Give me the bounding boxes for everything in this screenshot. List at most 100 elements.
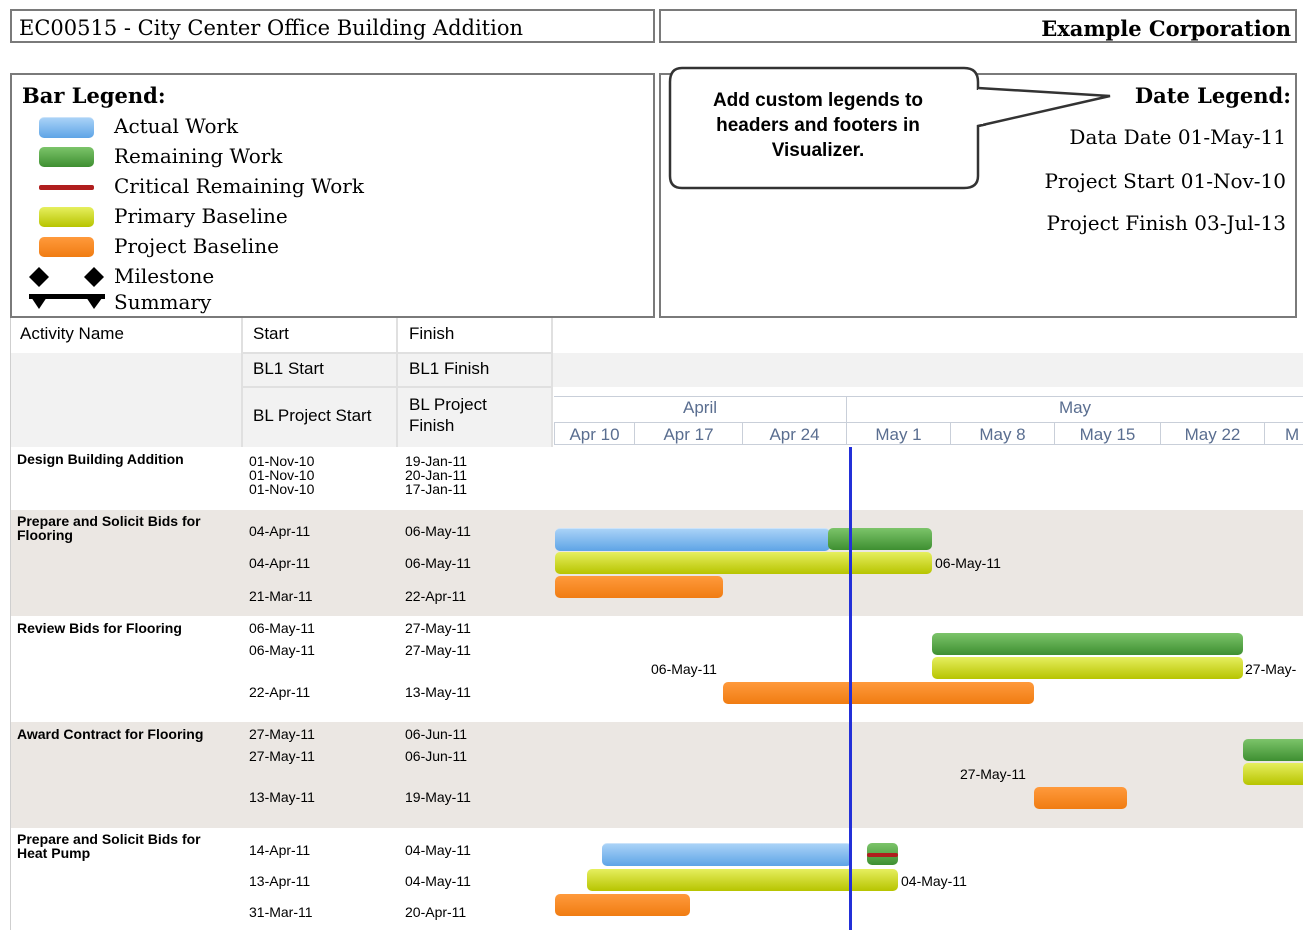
project-start-date: Project Start 01-Nov-10: [1044, 169, 1286, 193]
legend-label: Project Baseline: [114, 234, 279, 258]
legend-item-critical-remaining-work: Critical Remaining Work: [39, 173, 399, 201]
data-date-line: [849, 447, 852, 930]
timescale-top-line: [554, 396, 1303, 397]
bl-project-start-date: 13-May-11: [249, 789, 315, 805]
col-bl-project-finish[interactable]: BL Project Finish: [399, 394, 509, 436]
primary-baseline-bar[interactable]: [932, 657, 1243, 679]
project-title: EC00515 - City Center Office Building Ad…: [19, 16, 524, 40]
week-apr-17: Apr 17: [634, 422, 742, 445]
legend-item-primary-baseline: Primary Baseline: [39, 203, 399, 231]
critical-remaining-work-bar[interactable]: [867, 853, 898, 857]
activity-name: Prepare and Solicit Bids for Flooring: [17, 513, 201, 543]
remaining-work-bar[interactable]: [828, 528, 932, 550]
legend-label: Remaining Work: [114, 144, 283, 168]
date-legend-title: Date Legend:: [1134, 83, 1291, 108]
primary-baseline-bar[interactable]: [1243, 763, 1303, 785]
bl-project-start-date: 31-Mar-11: [249, 904, 313, 920]
callout-pointer: [973, 86, 1111, 128]
actual-work-bar[interactable]: [602, 843, 852, 866]
actual-work-bar[interactable]: [555, 528, 830, 551]
bl-project-finish-date: 22-Apr-11: [405, 588, 467, 604]
week-may-8: May 8: [950, 422, 1054, 445]
activity-name: Award Contract for Flooring: [17, 726, 204, 742]
project-baseline-bar[interactable]: [723, 682, 1034, 704]
activity-name: Prepare and Solicit Bids for Heat Pump: [17, 831, 201, 861]
legend-item-remaining-work: Remaining Work: [39, 143, 399, 171]
start-date: 04-Apr-11: [249, 523, 311, 539]
bl1-finish-date: 04-May-11: [405, 873, 471, 889]
bar-date-label: 27-May-: [1245, 661, 1297, 677]
legend-item-project-baseline: Project Baseline: [39, 233, 399, 261]
bl1-finish-date: 20-Jan-11: [405, 467, 468, 483]
company-box: Example Corporation: [659, 9, 1297, 43]
week-apr-10: Apr 10: [554, 422, 634, 445]
legend-label: Summary: [114, 290, 212, 314]
week-may-29: M: [1264, 422, 1303, 445]
legend-item-actual-work: Actual Work: [39, 113, 399, 141]
col-bl1-start[interactable]: BL1 Start: [243, 359, 393, 379]
activity-name: Design Building Addition: [17, 451, 184, 467]
diamond-milestone-icon: [29, 267, 104, 287]
row-divider: [241, 386, 553, 388]
remaining-work-bar[interactable]: [932, 633, 1243, 655]
legend-label: Primary Baseline: [114, 204, 288, 228]
bl1-start-date: 27-May-11: [249, 748, 315, 764]
summary-bar-icon: [29, 294, 105, 309]
activity-name: Review Bids for Flooring: [17, 620, 182, 636]
col-activity-name[interactable]: Activity Name: [10, 324, 240, 344]
grid-left-border: [10, 318, 11, 930]
col-bl1-finish[interactable]: BL1 Finish: [399, 359, 549, 379]
bl1-start-date: 04-Apr-11: [249, 555, 311, 571]
bl-project-finish-date: 13-May-11: [405, 684, 471, 700]
legend-label: Critical Remaining Work: [114, 174, 364, 198]
project-baseline-swatch: [39, 237, 94, 257]
bar-legend-title: Bar Legend:: [22, 83, 166, 108]
bl-project-finish-date: 19-May-11: [405, 789, 471, 805]
col-divider: [241, 318, 243, 447]
header-band: [10, 353, 1303, 387]
bl1-finish-date: 06-Jun-11: [405, 748, 468, 764]
week-may-22: May 22: [1160, 422, 1264, 445]
bl-project-start-date: 01-Nov-10: [249, 481, 315, 497]
bl1-finish-date: 27-May-11: [405, 642, 471, 658]
project-baseline-bar[interactable]: [555, 894, 690, 916]
primary-baseline-bar[interactable]: [555, 552, 932, 574]
actual-work-swatch: [39, 117, 94, 138]
month-may: May: [1058, 398, 1092, 417]
week-may-15: May 15: [1054, 422, 1160, 445]
bl1-start-date: 01-Nov-10: [249, 467, 315, 483]
bl1-start-date: 06-May-11: [249, 642, 315, 658]
col-start[interactable]: Start: [243, 324, 393, 344]
finish-date: 06-Jun-11: [405, 726, 468, 742]
col-bl-project-start[interactable]: BL Project Start: [243, 406, 398, 426]
bl-project-finish-date: 17-Jan-11: [405, 481, 468, 497]
col-divider: [551, 318, 553, 447]
row-divider: [241, 352, 553, 354]
critical-work-swatch: [39, 185, 94, 190]
start-date: 01-Nov-10: [249, 453, 315, 469]
primary-baseline-swatch: [39, 207, 94, 227]
company-name: Example Corporation: [1041, 16, 1291, 41]
legend-label: Milestone: [114, 264, 215, 288]
bl1-finish-date: 06-May-11: [405, 555, 471, 571]
bl-project-start-date: 21-Mar-11: [249, 588, 313, 604]
week-apr-24: Apr 24: [742, 422, 846, 445]
bar-legend: Bar Legend: Actual Work Remaining Work C…: [10, 73, 655, 318]
finish-date: 27-May-11: [405, 620, 471, 636]
bar-date-label: 06-May-11: [935, 555, 1001, 571]
week-may-1: May 1: [846, 422, 950, 445]
project-baseline-bar[interactable]: [555, 576, 723, 598]
project-title-box: EC00515 - City Center Office Building Ad…: [10, 9, 655, 43]
finish-date: 04-May-11: [405, 842, 471, 858]
bl-project-start-date: 22-Apr-11: [249, 684, 311, 700]
legend-item-summary: Summary: [28, 289, 388, 317]
month-april: April: [682, 398, 717, 417]
project-baseline-bar[interactable]: [1034, 787, 1127, 809]
remaining-work-bar[interactable]: [1243, 739, 1303, 761]
project-finish-date: Project Finish 03-Jul-13: [1046, 211, 1286, 235]
col-finish[interactable]: Finish: [399, 324, 549, 344]
bar-date-label: 27-May-11: [960, 766, 1026, 782]
start-date: 14-Apr-11: [249, 842, 311, 858]
finish-date: 06-May-11: [405, 523, 471, 539]
bar-date-label: 04-May-11: [901, 873, 967, 889]
